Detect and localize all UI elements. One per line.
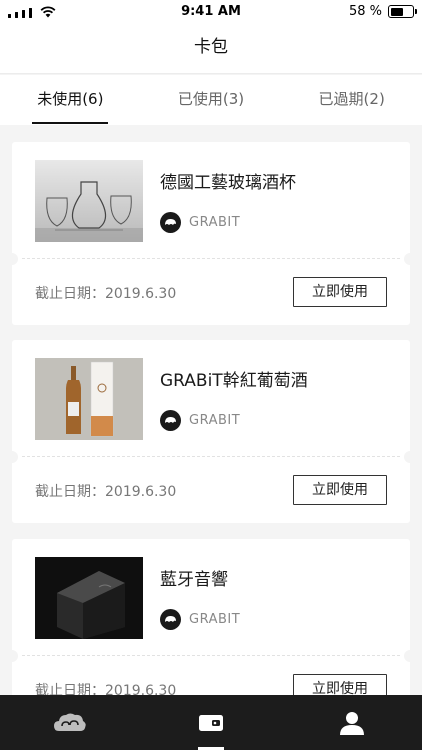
- brand-name: GRABIT: [189, 215, 241, 230]
- glass-decanter-photo: [35, 160, 143, 242]
- cloud-icon: [54, 713, 86, 731]
- status-bar: 9:41 AM 58 %: [0, 0, 422, 24]
- tab-used[interactable]: 已使用(3): [141, 75, 282, 125]
- tab-label: 已使用(3): [177, 90, 245, 108]
- expiry-date: 截止日期：2019.6.30: [35, 286, 177, 302]
- grabit-logo-icon: [160, 410, 181, 431]
- grabit-logo-icon: [160, 609, 181, 630]
- tab-bar: 未使用(6) 已使用(3) 已過期(2): [0, 75, 422, 125]
- card-title: 德國工藝玻璃酒杯: [160, 173, 296, 193]
- use-now-button[interactable]: 立即使用: [293, 475, 387, 505]
- coupon-card[interactable]: GRABiT幹紅葡萄酒 GRABIT 截止日期：2019.6.30 立即使用: [6, 340, 416, 523]
- user-icon: [339, 711, 364, 735]
- nav-wallet[interactable]: [141, 695, 282, 750]
- tab-unused[interactable]: 未使用(6): [0, 75, 141, 125]
- expiry-date: 截止日期：2019.6.30: [35, 484, 177, 500]
- bottom-nav: [0, 695, 422, 750]
- use-now-button[interactable]: 立即使用: [293, 277, 387, 307]
- nav-profile[interactable]: [281, 695, 422, 750]
- brand: GRABIT: [160, 410, 240, 431]
- nav-home[interactable]: [0, 695, 141, 750]
- tab-expired[interactable]: 已過期(2): [281, 75, 422, 125]
- active-tab-indicator: [32, 122, 109, 124]
- brand-name: GRABIT: [189, 413, 241, 428]
- brand: GRABIT: [160, 609, 240, 630]
- wallet-icon: [199, 714, 223, 731]
- coupon-card[interactable]: 德國工藝玻璃酒杯 GRABIT 截止日期：2019.6.30 立即使用: [6, 142, 416, 325]
- grabit-logo-icon: [160, 212, 181, 233]
- brand-name: GRABIT: [189, 612, 241, 627]
- wine-bottle-photo: [35, 358, 143, 440]
- card-title: GRABiT幹紅葡萄酒: [160, 371, 308, 391]
- battery-percent: 58 %: [348, 4, 382, 19]
- tab-label: 未使用(6): [37, 90, 104, 108]
- page-title: 卡包: [0, 24, 422, 74]
- card-title: 藍牙音響: [160, 570, 228, 590]
- brand: GRABIT: [160, 212, 240, 233]
- tab-label: 已過期(2): [318, 90, 385, 108]
- bluetooth-speaker-photo: [35, 557, 143, 639]
- battery-icon: [388, 5, 417, 18]
